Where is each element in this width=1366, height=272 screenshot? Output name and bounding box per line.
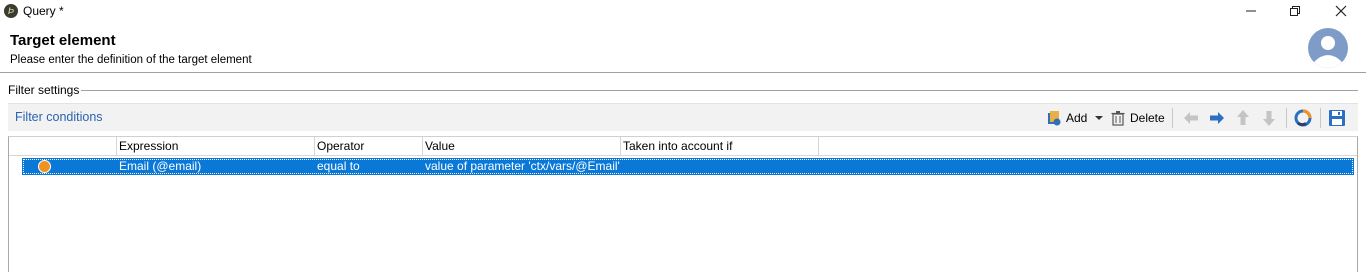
cell-expression: Email (@email): [119, 159, 202, 173]
add-button[interactable]: Add: [1046, 108, 1087, 128]
orange-dot-icon: [38, 160, 51, 173]
arrow-right-icon: [1210, 112, 1224, 124]
column-header-taken-into-account-if[interactable]: Taken into account if: [621, 137, 819, 156]
app-logo-icon: Þ: [4, 4, 18, 18]
user-avatar-icon: [1314, 36, 1342, 68]
move-right-button[interactable]: [1208, 108, 1226, 128]
delete-button[interactable]: Delete: [1110, 108, 1165, 128]
add-icon: [1048, 111, 1061, 126]
page-subtitle: Please enter the definition of the targe…: [10, 54, 252, 66]
arrow-left-icon: [1184, 112, 1198, 124]
save-icon: [1329, 110, 1345, 126]
move-left-button[interactable]: [1182, 108, 1200, 128]
filter-conditions-title: Filter conditions: [15, 110, 103, 124]
trash-icon: [1111, 111, 1125, 126]
delete-label: Delete: [1130, 111, 1165, 125]
dialog-header: Target element Please enter the definiti…: [0, 22, 1366, 72]
column-header-value[interactable]: Value: [423, 137, 621, 156]
table-row[interactable]: Email (@email) equal to value of paramet…: [22, 158, 1354, 175]
filter-conditions-toolbar: Filter conditions Add Delete: [8, 103, 1358, 131]
arrow-down-icon: [1263, 111, 1275, 126]
move-down-button[interactable]: [1261, 108, 1277, 128]
close-button[interactable]: [1318, 0, 1364, 22]
filter-conditions-grid: Expression Operator Value Taken into acc…: [8, 136, 1358, 272]
arrow-up-icon: [1237, 110, 1249, 125]
column-header-status[interactable]: [9, 137, 117, 156]
minimize-icon: [1246, 10, 1256, 12]
header-divider: [0, 72, 1366, 73]
filter-settings-label: Filter settings: [8, 83, 82, 97]
page-title: Target element: [10, 32, 116, 49]
window-titlebar: Þ Query *: [0, 0, 1366, 22]
close-icon: [1335, 5, 1347, 17]
save-button[interactable]: [1328, 108, 1346, 128]
restore-icon: [1290, 6, 1300, 16]
column-header-expression[interactable]: Expression: [117, 137, 315, 156]
pie-chart-icon: [1294, 109, 1312, 127]
column-header-operator[interactable]: Operator: [315, 137, 423, 156]
add-dropdown-button[interactable]: [1094, 108, 1104, 128]
toolbar-separator: [1172, 108, 1173, 128]
avatar: [1308, 28, 1348, 68]
grid-header: Expression Operator Value Taken into acc…: [9, 137, 1357, 156]
move-up-button[interactable]: [1235, 108, 1251, 128]
restore-button[interactable]: [1272, 0, 1318, 22]
distribution-button[interactable]: [1294, 108, 1312, 128]
toolbar-separator: [1286, 108, 1287, 128]
group-divider: [80, 90, 1358, 91]
cell-value: value of parameter 'ctx/vars/@Email': [425, 159, 620, 173]
cell-operator: equal to: [317, 159, 360, 173]
toolbar-separator: [1320, 108, 1321, 128]
chevron-down-icon: [1095, 116, 1103, 120]
add-label: Add: [1066, 111, 1088, 125]
window-title: Query *: [23, 4, 64, 18]
minimize-button[interactable]: [1228, 0, 1274, 22]
